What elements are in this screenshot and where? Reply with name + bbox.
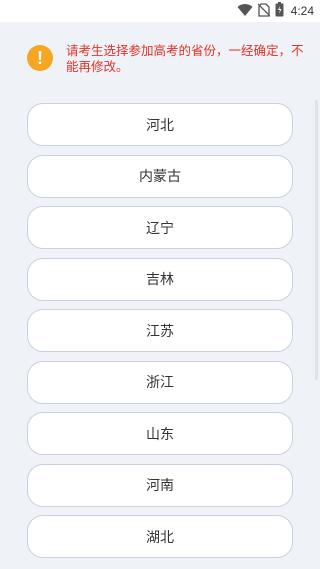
province-list: 河北 内蒙古 辽宁 吉林 江苏 浙江 山东 河南 湖北 bbox=[27, 103, 293, 567]
status-bar: 4:24 bbox=[0, 0, 320, 22]
province-button-zhejiang[interactable]: 浙江 bbox=[27, 360, 293, 404]
wifi-icon bbox=[237, 2, 253, 21]
battery-icon bbox=[275, 1, 284, 21]
notice-banner: ! 请考生选择参加高考的省份，一经确定，不能再修改。 bbox=[0, 35, 320, 85]
exclamation-icon: ! bbox=[27, 45, 53, 71]
status-time: 4:24 bbox=[290, 4, 314, 18]
province-button-henan[interactable]: 河南 bbox=[27, 463, 293, 507]
province-button-shandong[interactable]: 山东 bbox=[27, 412, 293, 455]
notice-text: 请考生选择参加高考的省份，一经确定，不能再修改。 bbox=[66, 43, 304, 74]
status-icons: 4:24 bbox=[237, 1, 314, 21]
province-button-jiangsu[interactable]: 江苏 bbox=[27, 309, 293, 352]
no-sim-icon bbox=[257, 2, 271, 21]
province-button-jilin[interactable]: 吉林 bbox=[27, 257, 293, 301]
province-button-neimenggu[interactable]: 内蒙古 bbox=[27, 154, 293, 198]
scrollbar[interactable] bbox=[315, 100, 318, 380]
province-button-hebei[interactable]: 河北 bbox=[27, 103, 293, 146]
province-button-hubei[interactable]: 湖北 bbox=[27, 515, 293, 558]
province-button-liaoning[interactable]: 辽宁 bbox=[27, 206, 293, 249]
